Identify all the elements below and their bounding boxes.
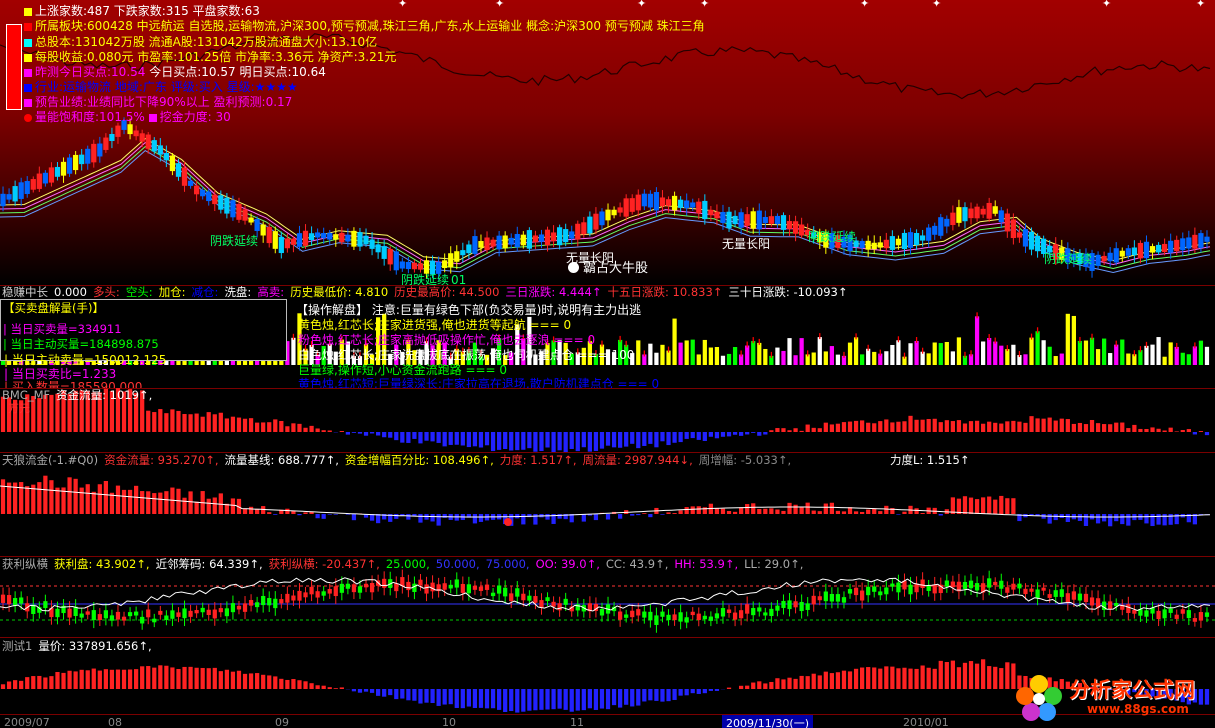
flower-logo-icon bbox=[1016, 675, 1062, 721]
capital-flow-bars[interactable] bbox=[0, 452, 1215, 556]
smiley-icon bbox=[568, 262, 579, 273]
money-flow-pane[interactable]: BMC_MF 资金流量: 1019↑, 万元 bbox=[0, 388, 1215, 452]
date-tick: 09 bbox=[275, 716, 289, 728]
signal-label: 阴跌延续 bbox=[401, 273, 450, 285]
cursor-date: 2009/11/30(一) bbox=[722, 715, 813, 728]
price-chart-pane[interactable]: ✦ ✦ ✦ ✦ ✦ ✦ ✦ ✦ 上涨家数:487 下跌家数:315 平盘家数:6… bbox=[0, 0, 1215, 285]
test-header: 测试1 量价: 337891.656↑, bbox=[2, 639, 152, 653]
top-marker-icon: ✦ bbox=[1196, 0, 1206, 10]
date-tick: 2009/07 bbox=[4, 716, 50, 728]
top-marker-icon: ✦ bbox=[860, 0, 870, 10]
capital-flow-header: 天狼流金(-1.#Q0) 资金流量: 935.270↑, 流量基线: 688.777… bbox=[2, 453, 792, 467]
signal-label: 阴跌延续 bbox=[808, 230, 857, 244]
volume-gauge-bar bbox=[6, 24, 22, 110]
buy-sell-volume-box: 【买卖盘解量(手)】 | 当日买卖量=334911 | 当日主动买量=18489… bbox=[0, 299, 287, 361]
top-marker-icon: ✦ bbox=[932, 0, 942, 10]
bullet-icon bbox=[24, 69, 32, 77]
money-flow-header: BMC_MF 资金流量: 1019↑, bbox=[2, 388, 153, 402]
site-watermark: 分析家公式网 www.88gs.com bbox=[1011, 670, 1211, 726]
sector-info: 所属板块:600428 中远航运 自选股,运输物流,沪深300,预亏预减,珠江三… bbox=[24, 19, 705, 33]
share-capital: 总股本:131042万股 流通A股:131042万股流通盘大小:13.10亿 bbox=[24, 35, 377, 49]
volume-saturation: 量能饱和度:101.5% 挖金力度: 30 bbox=[24, 110, 231, 124]
volume-indicator-header: 稳赚中长 0.000 多头: 空头: 加仓: 减仓: 洗盘: 高卖: 历史最低价: 4.810 历… bbox=[2, 285, 848, 299]
bullet-icon bbox=[24, 8, 32, 16]
signal-label: 无量长阳 bbox=[722, 237, 771, 251]
volume-indicator-pane[interactable]: 稳赚中长 0.000 多头: 空头: 加仓: 减仓: 洗盘: 高卖: 历史最低价: 4.810 历… bbox=[0, 285, 1215, 388]
top-marker-icon: ✦ bbox=[637, 0, 647, 10]
stock-terminal-window: ✦ ✦ ✦ ✦ ✦ ✦ ✦ ✦ 上涨家数:487 下跌家数:315 平盘家数:6… bbox=[0, 0, 1215, 728]
logo-title: 分析家公式网 bbox=[1069, 678, 1195, 702]
bullet-icon bbox=[24, 114, 32, 122]
bullet-icon bbox=[24, 99, 32, 107]
top-marker-icon: ✦ bbox=[700, 0, 710, 10]
industry-rating: 行业:运输物流 地域:广东 评级:买入 星级:★★★★ bbox=[24, 80, 298, 94]
profit-header: 获利纵横 获利盘: 43.902↑, 近邻筹码: 64.339↑, 获利纵横: -20… bbox=[2, 557, 804, 571]
date-tick: 10 bbox=[442, 716, 456, 728]
logo-url: www.88gs.com bbox=[1087, 702, 1189, 716]
top-marker-icon: ✦ bbox=[1102, 0, 1112, 10]
date-tick: 2010/01 bbox=[903, 716, 949, 728]
bull-stock-label: 霸占大牛股 bbox=[568, 262, 648, 276]
bullet-icon bbox=[24, 39, 32, 47]
profit-chart-pane[interactable]: 获利纵横 获利盘: 43.902↑, 近邻筹码: 64.339↑, 获利纵横: -20… bbox=[0, 556, 1215, 637]
bullet-icon bbox=[24, 84, 32, 92]
bullet-icon bbox=[148, 114, 157, 122]
unit-tag: 万元 bbox=[8, 402, 30, 415]
top-marker-icon: ✦ bbox=[398, 0, 408, 10]
market-breadth: 上涨家数:487 下跌家数:315 平盘家数:63 bbox=[24, 4, 260, 18]
bullet-icon bbox=[24, 23, 32, 31]
eps-info: 每股收益:0.080元 市盈率:101.25倍 市净率:3.36元 净资产:3.… bbox=[24, 50, 396, 64]
money-flow-bars[interactable] bbox=[0, 388, 1215, 452]
signal-label: 01 bbox=[451, 273, 467, 285]
signal-label: 阴跌延续 bbox=[1044, 252, 1093, 266]
buy-points: 昨测今日买点:10.54 今日买点:10.57 明日买点:10.64 bbox=[24, 65, 326, 79]
capital-flow-pane[interactable]: 天狼流金(-1.#Q0) 资金流量: 935.270↑, 流量基线: 688.777… bbox=[0, 452, 1215, 556]
date-tick: 11 bbox=[570, 716, 584, 728]
signal-label: 阴跌延续 bbox=[210, 234, 259, 248]
bullet-icon bbox=[24, 54, 32, 62]
forecast-info: 预告业绩:业绩同比下降90%以上 盈利预测:0.17 bbox=[24, 95, 292, 109]
top-marker-icon: ✦ bbox=[495, 0, 505, 10]
date-tick: 08 bbox=[108, 716, 122, 728]
